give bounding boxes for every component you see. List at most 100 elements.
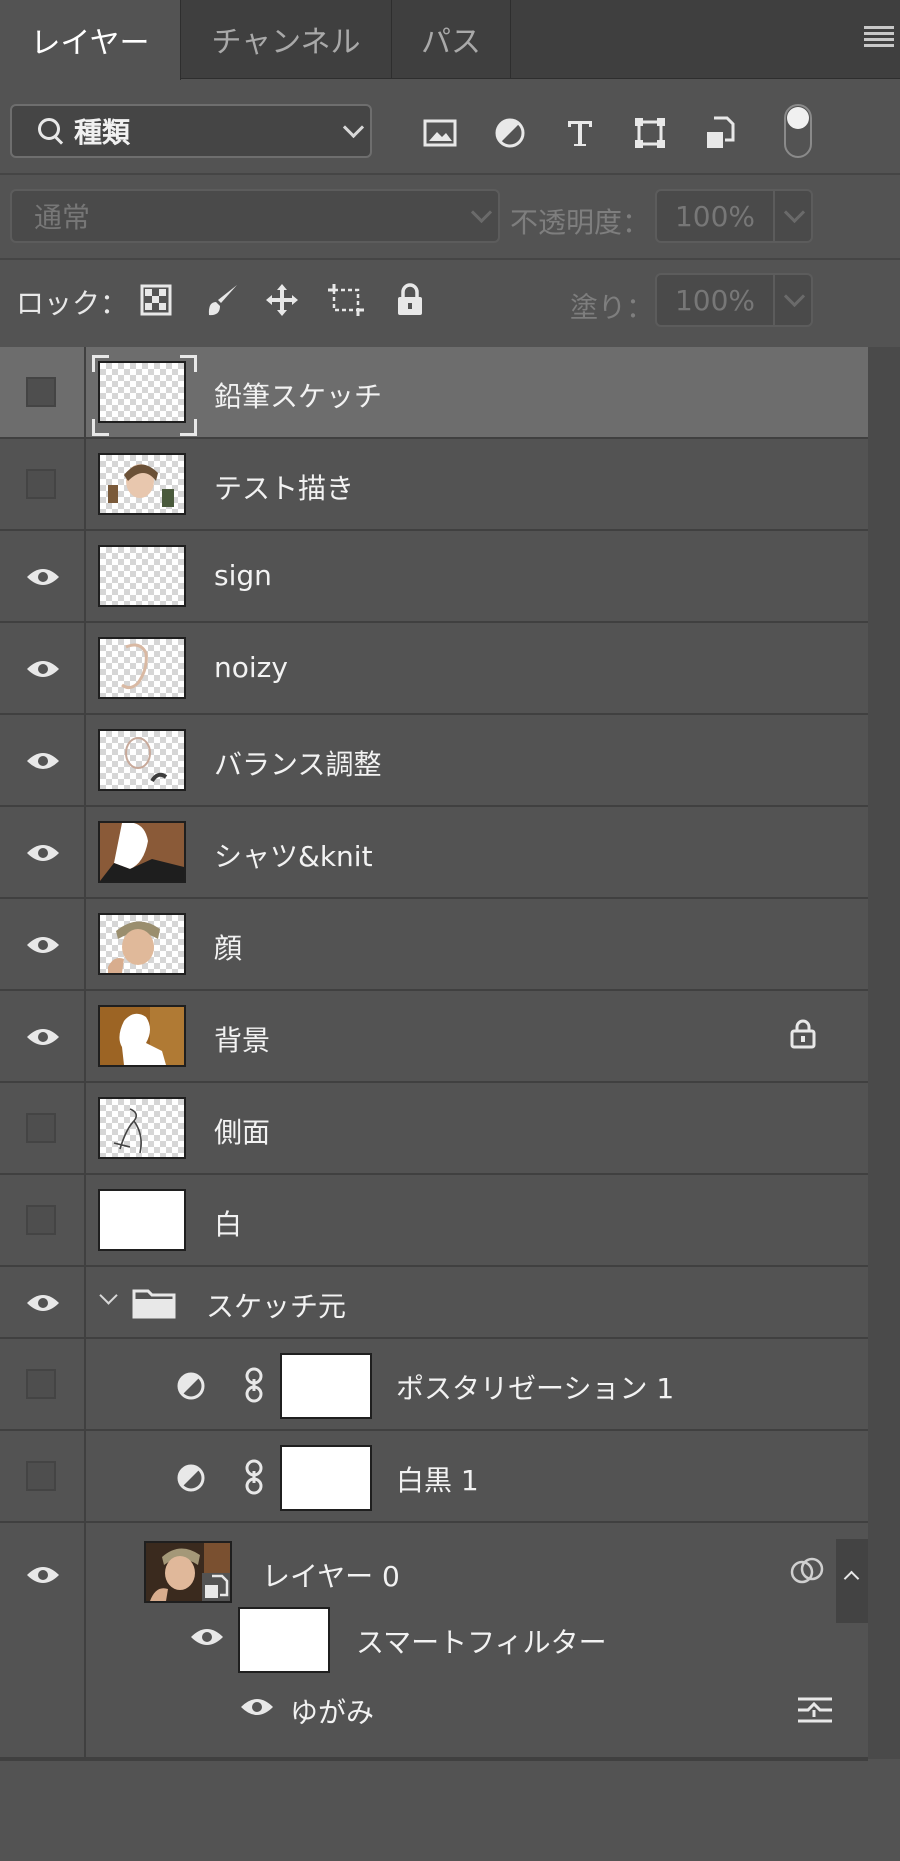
visibility-toggle[interactable] [26,1205,56,1235]
lock-transparent-icon[interactable] [136,280,176,320]
blend-mode-value: 通常 [34,201,91,234]
layer-group-row[interactable]: スケッチ元 [0,1267,868,1339]
smart-object-filter-icon[interactable] [700,113,740,153]
adjustment-layer-icon [177,1464,205,1492]
selection-corner [180,355,197,372]
layer-row[interactable]: ポスタリゼーション 1 [0,1339,868,1431]
layer-thumbnail [98,821,186,883]
smart-filter-name[interactable]: スマートフィルター [356,1621,607,1661]
lock-artboard-icon[interactable] [326,280,366,320]
layer-name[interactable]: 白黒 1 [396,1459,479,1499]
smart-object-layer-row[interactable]: レイヤー 0 スマートフィルター ゆがみ [0,1523,868,1759]
shirt-thumbnail-icon [100,823,184,881]
eye-icon[interactable] [26,1565,60,1585]
lock-all-icon[interactable] [390,280,430,320]
layer-row[interactable]: 顔 [0,899,868,991]
layer-name[interactable]: スケッチ元 [206,1285,346,1325]
eye-icon[interactable] [240,1697,274,1717]
eye-icon[interactable] [26,1293,60,1313]
search-icon [38,118,64,144]
layer-thumbnail [98,913,186,975]
layer-name[interactable]: テスト描き [214,467,354,507]
layer-name[interactable]: 白 [214,1203,242,1243]
type-filter-icon[interactable] [560,113,600,153]
layer-row[interactable]: シャツ&knit [0,807,868,899]
filter-kind-select[interactable]: 種類 [10,104,372,158]
opacity-dropdown-button[interactable] [775,189,813,243]
layer-name[interactable]: レイヤー 0 [262,1555,400,1595]
layer-row[interactable]: 鉛筆スケッチ [0,347,868,439]
link-icon[interactable] [244,1459,264,1495]
layer-row[interactable]: sign [0,531,868,623]
fill-input[interactable]: 100% [655,273,775,327]
filter-kind-label: 種類 [74,116,131,149]
eye-icon[interactable] [26,751,60,771]
visibility-toggle[interactable] [26,377,56,407]
tab-channels[interactable]: チャンネル [181,0,392,78]
eye-icon[interactable] [26,1027,60,1047]
layer-mask-thumbnail [280,1353,372,1419]
lock-paint-icon[interactable] [202,280,242,320]
panel-footer-area [0,1759,868,1861]
eye-icon[interactable] [26,843,60,863]
eye-icon[interactable] [26,567,60,587]
layer-lock-icon[interactable] [790,1019,816,1049]
layer-row[interactable]: 背景 [0,991,868,1083]
scrollbar[interactable] [868,347,900,1759]
portrait-thumbnail-icon [108,464,174,507]
layer-name[interactable]: 顔 [214,927,242,967]
layer-thumbnail [144,1541,232,1603]
layer-row[interactable]: テスト描き [0,439,868,531]
link-icon[interactable] [244,1367,264,1403]
layer-row[interactable]: 側面 [0,1083,868,1175]
layer-thumbnail [98,545,186,607]
layer-name[interactable]: sign [214,559,272,592]
chevron-up-icon [843,1570,860,1587]
collapse-filters-button[interactable] [836,1539,868,1623]
visibility-toggle[interactable] [26,469,56,499]
layer-row[interactable]: バランス調整 [0,715,868,807]
layer-name[interactable]: noizy [214,651,288,684]
chevron-down-icon [470,201,493,224]
panel-menu-icon[interactable] [864,26,894,48]
filter-toggle-switch[interactable] [784,104,812,158]
chevron-down-icon[interactable] [99,1286,118,1305]
adjustment-filter-icon[interactable] [490,113,530,153]
eye-icon[interactable] [26,659,60,679]
sketch-thumbnail-icon [121,643,148,690]
filter-item-name[interactable]: ゆがみ [290,1691,374,1731]
tab-layers[interactable]: レイヤー [0,0,181,80]
smart-filter-indicator-icon[interactable] [790,1557,824,1585]
shape-filter-icon[interactable] [630,113,670,153]
layer-name[interactable]: ポスタリゼーション 1 [396,1367,674,1407]
eye-icon[interactable] [190,1627,224,1647]
blend-mode-select[interactable]: 通常 [10,189,500,243]
layer-name[interactable]: バランス調整 [214,743,381,783]
layer-name[interactable]: 鉛筆スケッチ [214,375,382,415]
filter-blending-options-icon[interactable] [796,1695,834,1725]
fill-label: 塗り： [570,291,655,324]
visibility-toggle[interactable] [26,1113,56,1143]
layer-thumbnail [98,1005,186,1067]
image-filter-icon[interactable] [420,113,460,153]
layer-name[interactable]: 背景 [214,1019,270,1059]
face-thumbnail-icon [108,921,160,973]
tab-paths[interactable]: パス [392,0,511,78]
layer-row[interactable]: 白 [0,1175,868,1267]
visibility-toggle[interactable] [26,1461,56,1491]
layer-row[interactable]: noizy [0,623,868,715]
fill-dropdown-button[interactable] [775,273,813,327]
lock-position-icon[interactable] [262,280,302,320]
visibility-toggle[interactable] [26,1369,56,1399]
layer-name[interactable]: シャツ&knit [214,835,373,875]
layer-list: 鉛筆スケッチ テスト描き sign noizy バランス調整 シャツ&knit … [0,347,868,1759]
layer-thumbnail [98,361,186,423]
smart-filter-mask-thumbnail [238,1607,330,1673]
selection-corner [92,419,109,436]
lock-label: ロック： [16,287,129,320]
eye-icon[interactable] [26,935,60,955]
layer-name[interactable]: 側面 [214,1111,270,1151]
layer-row[interactable]: 白黒 1 [0,1431,868,1523]
opacity-input[interactable]: 100% [655,189,775,243]
folder-icon [132,1289,176,1319]
